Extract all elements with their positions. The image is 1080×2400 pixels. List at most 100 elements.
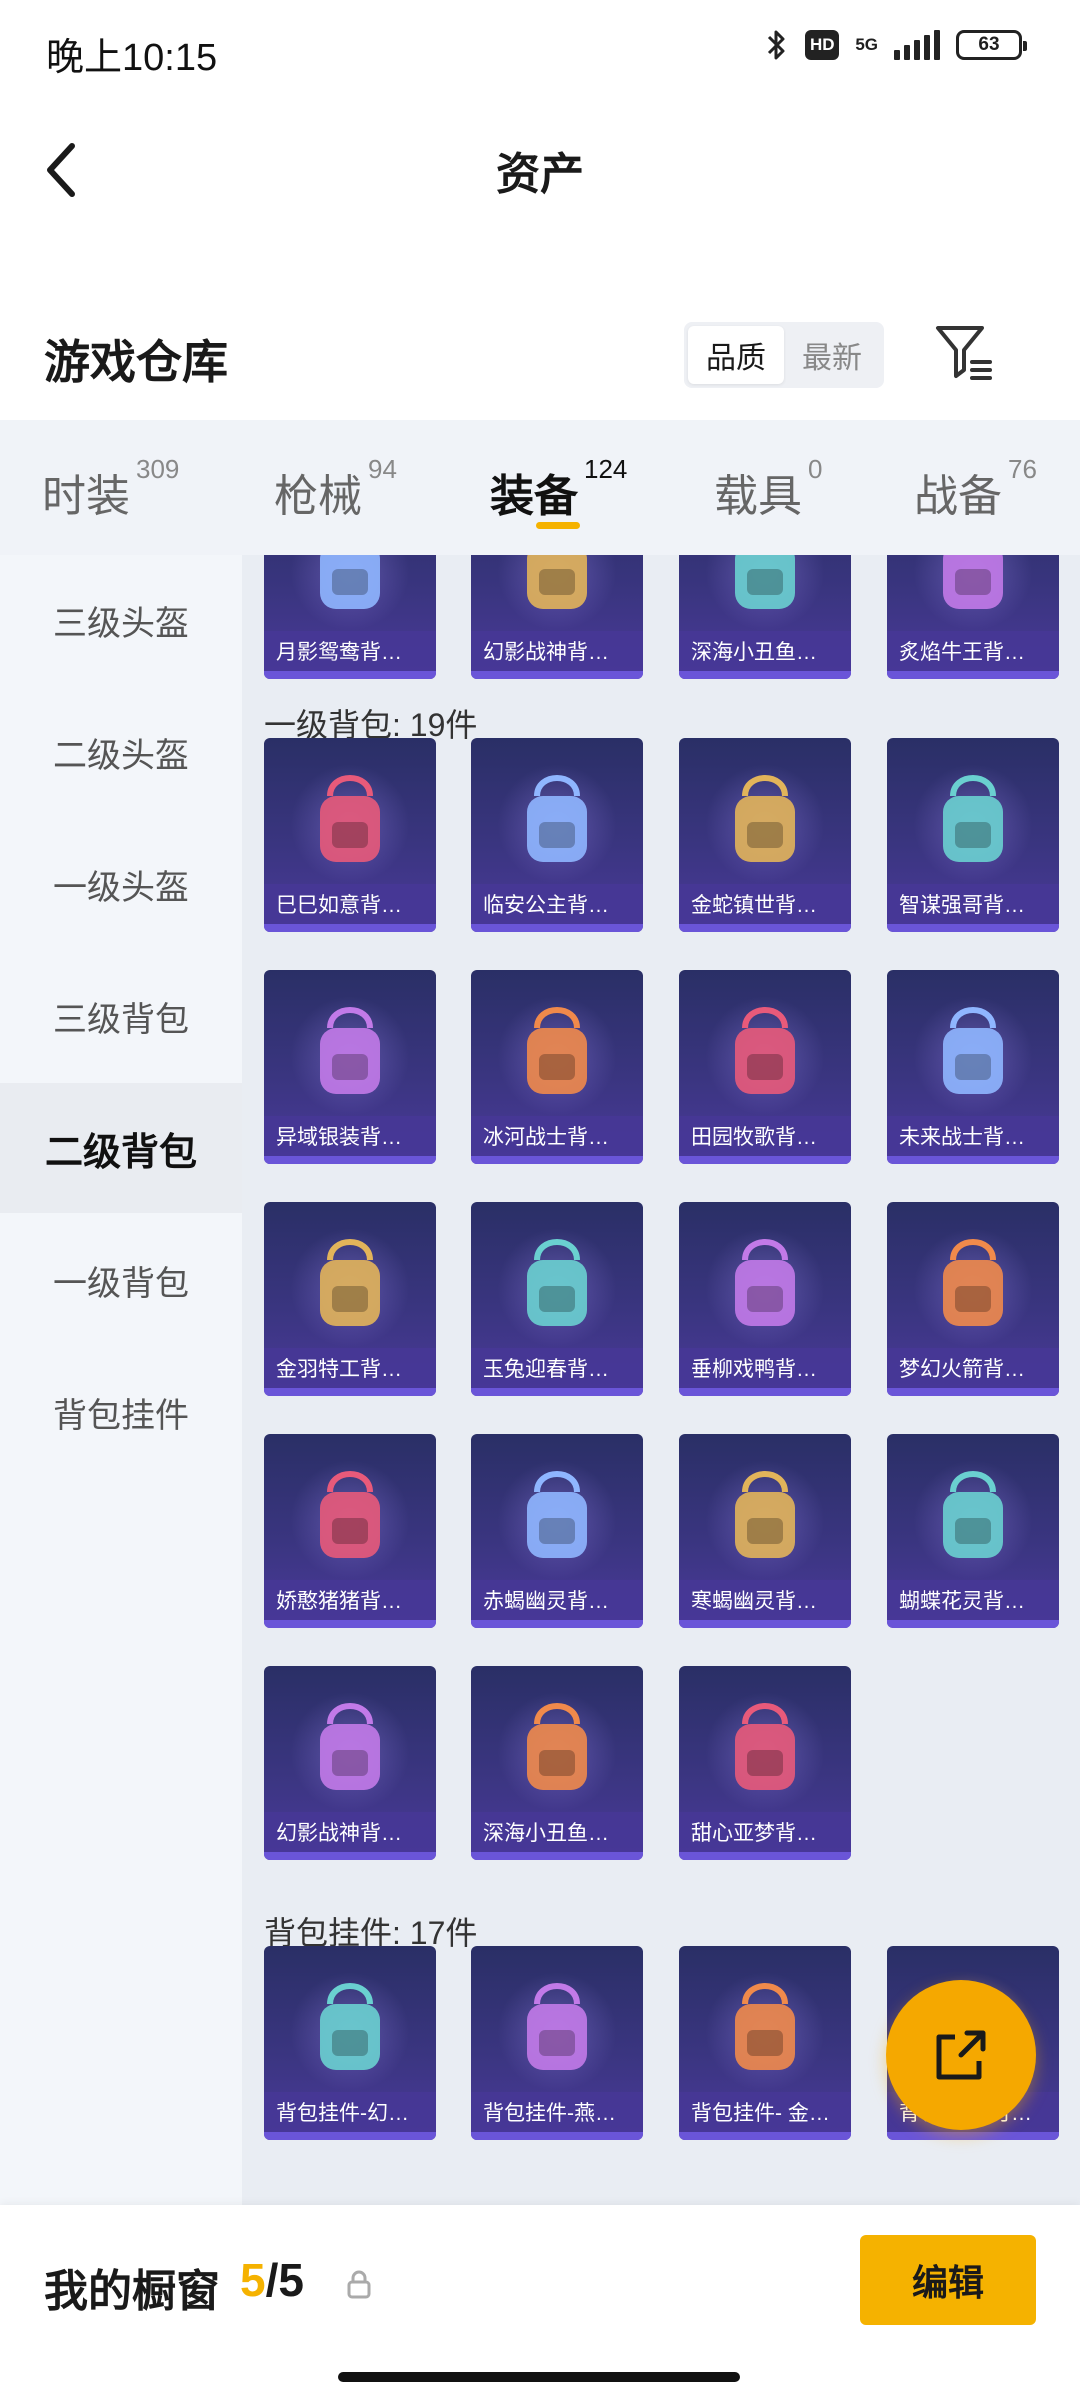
tab-gear[interactable]: 战备76	[914, 454, 1037, 524]
item-card[interactable]: 甜心亚梦背…	[679, 1666, 851, 1860]
sidebar-item-backpack-2[interactable]: 二级背包	[0, 1083, 242, 1213]
rarity-bar	[471, 1620, 643, 1628]
tab-label: 装备	[490, 472, 578, 521]
subcategory-sidebar: 三级头盔 二级头盔 一级头盔 三级背包 二级背包 一级背包 背包挂件	[0, 555, 242, 2205]
rarity-bar	[679, 924, 851, 932]
backpack-icon	[320, 1007, 380, 1094]
item-name: 未来战士背…	[887, 1116, 1059, 1156]
tab-label: 时装	[42, 472, 130, 521]
backpack-icon	[735, 775, 795, 862]
item-name: 背包挂件-燕…	[471, 2092, 643, 2132]
tab-vehicles[interactable]: 载具0	[714, 454, 822, 524]
category-tabs: 时装309 枪械94 装备124 载具0 战备76	[0, 420, 1080, 555]
sidebar-item-helmet-3[interactable]: 三级头盔	[0, 555, 242, 685]
item-name: 智谋强哥背…	[887, 884, 1059, 924]
item-card[interactable]: 背包挂件- 金…	[679, 1946, 851, 2140]
network-label: 5G	[855, 35, 878, 54]
item-grid: 月影鸳鸯背… 幻影战神背… 深海小丑鱼… 炙焰牛王背… 一级背包: 19件 巳巳如意背… 临…	[242, 555, 1080, 2205]
sort-newest-option[interactable]: 最新	[784, 326, 880, 384]
item-card[interactable]: 垂柳戏鸭背…	[679, 1202, 851, 1396]
rarity-bar	[264, 2132, 436, 2140]
share-button[interactable]	[886, 1980, 1036, 2130]
item-card[interactable]: 梦幻火箭背…	[887, 1202, 1059, 1396]
sidebar-item-helmet-2[interactable]: 二级头盔	[0, 687, 242, 817]
sidebar-item-backpack-charm[interactable]: 背包挂件	[0, 1347, 242, 1477]
item-card[interactable]: 智谋强哥背…	[887, 738, 1059, 932]
item-card[interactable]: 巳巳如意背…	[264, 738, 436, 932]
edit-button[interactable]: 编辑	[860, 2235, 1036, 2325]
backpack-icon	[320, 775, 380, 862]
item-card[interactable]: 月影鸳鸯背…	[264, 555, 436, 679]
item-card[interactable]: 金蛇镇世背…	[679, 738, 851, 932]
rarity-bar	[264, 1156, 436, 1164]
rarity-bar	[887, 2132, 1059, 2140]
backpack-icon	[735, 1471, 795, 1558]
item-name: 赤蝎幽灵背…	[471, 1580, 643, 1620]
item-card[interactable]: 金羽特工背…	[264, 1202, 436, 1396]
tab-count: 124	[584, 454, 628, 484]
filter-icon[interactable]	[932, 320, 996, 384]
item-card[interactable]: 深海小丑鱼…	[471, 1666, 643, 1860]
sort-toggle: 品质 最新	[684, 322, 884, 388]
backpack-icon	[735, 555, 795, 609]
status-time: 晚上10:15	[46, 37, 218, 79]
item-card[interactable]: 娇憨猪猪背…	[264, 1434, 436, 1628]
tab-guns[interactable]: 枪械94	[274, 454, 397, 524]
tab-count: 0	[808, 454, 823, 484]
sidebar-item-backpack-1[interactable]: 一级背包	[0, 1215, 242, 1345]
item-card[interactable]: 田园牧歌背…	[679, 970, 851, 1164]
rarity-bar	[887, 1156, 1059, 1164]
item-name: 月影鸳鸯背…	[264, 631, 436, 671]
item-name: 深海小丑鱼…	[679, 631, 851, 671]
item-card[interactable]: 背包挂件-幻…	[264, 1946, 436, 2140]
rarity-bar	[471, 1852, 643, 1860]
item-card[interactable]: 临安公主背…	[471, 738, 643, 932]
item-card[interactable]: 背包挂件-燕…	[471, 1946, 643, 2140]
backpack-icon	[943, 555, 1003, 609]
backpack-icon	[735, 1983, 795, 2070]
rarity-bar	[887, 1620, 1059, 1628]
tab-equipment[interactable]: 装备124	[490, 454, 627, 524]
tab-label: 载具	[714, 472, 802, 521]
item-card[interactable]: 幻影战神背…	[471, 555, 643, 679]
item-name: 寒蝎幽灵背…	[679, 1580, 851, 1620]
sidebar-item-helmet-1[interactable]: 一级头盔	[0, 819, 242, 949]
status-icons: HD 5G 63	[765, 28, 1027, 62]
item-card[interactable]: 未来战士背…	[887, 970, 1059, 1164]
item-card[interactable]: 冰河战士背…	[471, 970, 643, 1164]
bluetooth-icon	[768, 30, 785, 60]
rarity-bar	[264, 1388, 436, 1396]
signal-icon	[894, 30, 940, 60]
item-card[interactable]: 异域银装背…	[264, 970, 436, 1164]
rarity-bar	[887, 1388, 1059, 1396]
item-card[interactable]: 炙焰牛王背…	[887, 555, 1059, 679]
item-name: 背包挂件-幻…	[264, 2092, 436, 2132]
sort-quality-option[interactable]: 品质	[688, 326, 784, 384]
showcase-bar: 我的橱窗 5/5 编辑	[0, 2205, 1080, 2400]
item-card[interactable]: 深海小丑鱼…	[679, 555, 851, 679]
backpack-icon	[943, 1007, 1003, 1094]
sidebar-item-backpack-3[interactable]: 三级背包	[0, 951, 242, 1081]
backpack-icon	[320, 555, 380, 609]
page-title: 资产	[496, 150, 584, 199]
item-card[interactable]: 玉兔迎春背…	[471, 1202, 643, 1396]
tab-count: 94	[368, 454, 397, 484]
item-card[interactable]: 幻影战神背…	[264, 1666, 436, 1860]
rarity-bar	[264, 1620, 436, 1628]
item-name: 炙焰牛王背…	[887, 631, 1059, 671]
backpack-icon	[943, 775, 1003, 862]
item-name: 垂柳戏鸭背…	[679, 1348, 851, 1388]
battery-level: 63	[978, 34, 1000, 55]
status-bar: 晚上10:15 HD 5G 63	[0, 0, 1080, 100]
rarity-bar	[471, 1156, 643, 1164]
tab-fashion[interactable]: 时装309	[42, 454, 179, 524]
item-card[interactable]: 蝴蝶花灵背…	[887, 1434, 1059, 1628]
item-name: 背包挂件- 金…	[679, 2092, 851, 2132]
backpack-icon	[735, 1239, 795, 1326]
item-card[interactable]: 赤蝎幽灵背…	[471, 1434, 643, 1628]
showcase-total: /5	[265, 2254, 304, 2306]
item-card[interactable]: 寒蝎幽灵背…	[679, 1434, 851, 1628]
rarity-bar	[471, 671, 643, 679]
backpack-icon	[943, 1471, 1003, 1558]
backpack-icon	[527, 775, 587, 862]
